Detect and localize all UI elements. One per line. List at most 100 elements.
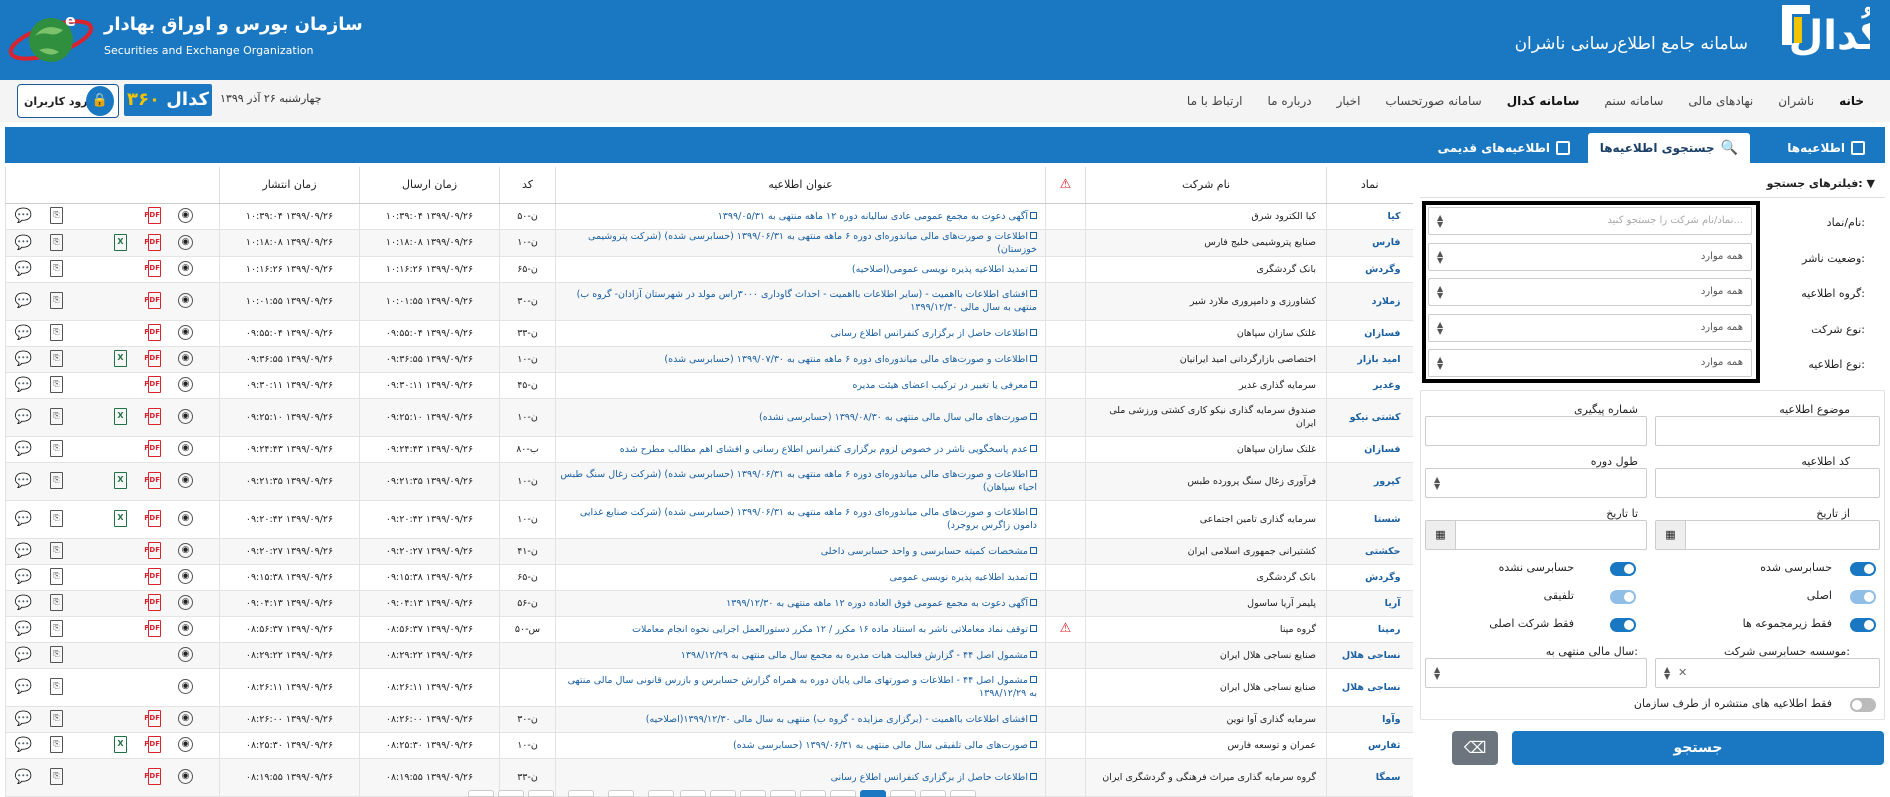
row-title-text[interactable]: صورت‌های مالی سال مالی منتهی به ۱۳۹۹/۰۸/… xyxy=(759,412,1028,423)
view-icon[interactable]: ◉ xyxy=(178,351,193,366)
codal-logo[interactable]: کُدال xyxy=(1780,3,1870,61)
table-row[interactable]: زملارد کشاورزی و دامپروری ملارد شیر افشای … xyxy=(5,282,1413,321)
attachment-icon[interactable]: ⎘ xyxy=(50,678,63,695)
notice-code-input[interactable] xyxy=(1655,468,1880,498)
comment-icon[interactable]: 💬 xyxy=(15,376,32,394)
nav-item-about[interactable]: درباره ما xyxy=(1267,94,1311,108)
row-title-text[interactable]: تمدید اطلاعیه پذیره نویسی عمومی(اصلاحیه) xyxy=(852,264,1028,275)
row-symbol[interactable]: آریا xyxy=(1326,590,1413,617)
comment-icon[interactable]: 💬 xyxy=(15,292,32,310)
row-title[interactable]: مشخصات کمیته حسابرسی و واحد حسابرسی داخل… xyxy=(555,538,1046,565)
not-audited-toggle[interactable] xyxy=(1610,562,1636,576)
row-title[interactable]: اطلاعات و صورت‌های مالی میاندوره‌ای دوره… xyxy=(555,462,1046,501)
attachment-icon[interactable]: ⎘ xyxy=(50,260,63,277)
view-icon[interactable]: ◉ xyxy=(178,234,193,250)
page-button[interactable] xyxy=(568,790,594,797)
view-icon[interactable]: ◉ xyxy=(178,621,193,636)
row-title-text[interactable]: تمدید اطلاعیه پذیره نویسی عمومی xyxy=(890,572,1029,583)
pdf-icon[interactable]: PDF xyxy=(144,292,161,309)
view-icon[interactable]: ◉ xyxy=(178,569,193,584)
header-symbol[interactable]: نماد xyxy=(1326,167,1413,204)
row-title[interactable]: صورت‌های مالی سال مالی منتهی به ۱۳۹۹/۰۸/… xyxy=(555,398,1046,437)
pdf-icon[interactable]: PDF xyxy=(144,542,161,559)
parent-only-toggle[interactable] xyxy=(1610,618,1636,632)
row-title-text[interactable]: اطلاعات و صورت‌های مالی میاندوره‌ای دوره… xyxy=(580,507,1037,531)
from-date-input[interactable]: ▦ xyxy=(1655,520,1880,550)
table-row[interactable]: نساجی هلال صنایع نساجی هلال ایران مشمول اص… xyxy=(5,642,1413,669)
attachment-icon[interactable]: ⎘ xyxy=(50,768,63,785)
comment-icon[interactable]: 💬 xyxy=(15,260,32,278)
table-row[interactable]: ثفارس عمران و توسعه فارس صورت‌های مالی تلف… xyxy=(5,732,1413,759)
table-row[interactable]: آریا پلیمر آریا ساسول آگهی دعوت به مجمع عم… xyxy=(5,590,1413,617)
attachment-icon[interactable]: ⎘ xyxy=(50,472,63,489)
comment-icon[interactable]: 💬 xyxy=(15,736,32,754)
row-symbol[interactable]: حکشتی xyxy=(1326,538,1413,565)
page-button[interactable] xyxy=(680,790,706,797)
header-code[interactable]: کد xyxy=(499,167,556,204)
table-row[interactable]: حکشتی کشتیرانی جمهوری اسلامی ایران مشخصات … xyxy=(5,538,1413,565)
comment-icon[interactable]: 💬 xyxy=(15,594,32,612)
pdf-icon[interactable]: PDF xyxy=(144,376,161,393)
pdf-icon[interactable]: PDF xyxy=(144,408,161,425)
pdf-icon[interactable]: PDF xyxy=(144,510,161,527)
pdf-icon[interactable]: PDF xyxy=(144,324,161,341)
row-title[interactable]: اطلاعات و صورت‌های مالی میاندوره‌ای دوره… xyxy=(555,346,1046,373)
view-icon[interactable]: ◉ xyxy=(178,647,193,662)
table-row[interactable]: وگردش بانک گردشگری تمدید اطلاعیه پذیره نوی… xyxy=(5,256,1413,283)
header-company[interactable]: نام شرکت xyxy=(1085,167,1327,204)
row-symbol[interactable]: کیا xyxy=(1326,203,1413,230)
attachment-icon[interactable]: ⎘ xyxy=(50,376,63,393)
pdf-icon[interactable]: PDF xyxy=(144,594,161,611)
excel-icon[interactable]: X xyxy=(114,510,127,527)
calendar-icon[interactable]: ▦ xyxy=(1656,521,1686,549)
fiscal-year-select[interactable]: ▲ ▼ xyxy=(1425,658,1647,688)
pdf-icon[interactable]: PDF xyxy=(144,440,161,457)
page-button[interactable] xyxy=(528,790,554,797)
row-title-text[interactable]: اطلاعات حاصل از برگزاری کنفرانس اطلاع رس… xyxy=(831,328,1028,339)
row-title-text[interactable]: اطلاعات و صورت‌های مالی میاندوره‌ای دوره… xyxy=(664,354,1028,365)
row-symbol[interactable]: ثفارس xyxy=(1326,732,1413,759)
row-title-text[interactable]: مشمول اصل ۴۴ - اطلاعات و صورتهای مالی پا… xyxy=(568,675,1037,699)
excel-icon[interactable]: X xyxy=(114,472,127,489)
view-icon[interactable]: ◉ xyxy=(178,511,193,526)
pdf-icon[interactable]: PDF xyxy=(144,260,161,277)
page-button[interactable] xyxy=(770,790,796,797)
row-title-text[interactable]: آگهی دعوت به مجمع عمومی فوق العاده دوره … xyxy=(726,598,1028,609)
nav-item-sanam[interactable]: سامانه سنم xyxy=(1604,94,1663,108)
view-icon[interactable]: ◉ xyxy=(178,595,193,610)
page-button[interactable] xyxy=(740,790,766,797)
attachment-icon[interactable]: ⎘ xyxy=(50,292,63,309)
row-symbol[interactable]: وگردش xyxy=(1326,564,1413,591)
pdf-icon[interactable]: PDF xyxy=(144,233,161,251)
tracking-input[interactable] xyxy=(1425,416,1647,446)
nav-item-codal[interactable]: سامانه کدال xyxy=(1507,94,1580,108)
row-title-text[interactable]: صورت‌های مالی تلفیقی سال مالی منتهی به ۱… xyxy=(733,740,1028,751)
attachment-icon[interactable]: ⎘ xyxy=(50,542,63,559)
comment-icon[interactable]: 💬 xyxy=(15,568,32,586)
pdf-icon[interactable]: PDF xyxy=(144,620,161,637)
view-icon[interactable]: ◉ xyxy=(178,679,193,694)
page-button[interactable] xyxy=(608,790,634,797)
table-row[interactable]: فسازان غلتک سازان سپاهان اطلاعات حاصل از ب… xyxy=(5,320,1413,347)
attachment-icon[interactable]: ⎘ xyxy=(50,207,63,224)
row-symbol[interactable]: شستا xyxy=(1326,500,1413,539)
row-symbol[interactable]: نساجی هلال xyxy=(1326,668,1413,707)
excel-icon[interactable]: X xyxy=(114,736,127,753)
pdf-icon[interactable]: PDF xyxy=(144,472,161,489)
attachment-icon[interactable]: ⎘ xyxy=(50,350,63,367)
page-button[interactable] xyxy=(498,790,524,797)
row-title-text[interactable]: توقف نماد معاملاتی ناشر به استناد ماده ۱… xyxy=(632,624,1028,635)
row-symbol[interactable]: فسازان xyxy=(1326,436,1413,463)
excel-icon[interactable]: X xyxy=(114,350,127,367)
row-title[interactable]: آگهی دعوت به مجمع عمومی فوق العاده دوره … xyxy=(555,590,1046,617)
row-title[interactable]: عدم پاسخگویی ناشر در خصوص لزوم برگزاری ک… xyxy=(555,436,1046,463)
table-row[interactable]: کشتی نیکو صندوق سرمایه گذاری نیکو کاری کش… xyxy=(5,398,1413,437)
table-row[interactable]: وگردش بانک گردشگری تمدید اطلاعیه پذیره نوی… xyxy=(5,564,1413,591)
row-title[interactable]: صورت‌های مالی تلفیقی سال مالی منتهی به ۱… xyxy=(555,732,1046,759)
row-title[interactable]: مشمول اصل ۴۴ - گزارش فعالیت هیات مدیره ب… xyxy=(555,642,1046,669)
nav-item-home[interactable]: خانه xyxy=(1839,94,1864,108)
view-icon[interactable]: ◉ xyxy=(178,293,193,308)
attachment-icon[interactable]: ⎘ xyxy=(50,620,63,637)
attachment-icon[interactable]: ⎘ xyxy=(50,736,63,753)
row-symbol[interactable]: فسازان xyxy=(1326,320,1413,347)
